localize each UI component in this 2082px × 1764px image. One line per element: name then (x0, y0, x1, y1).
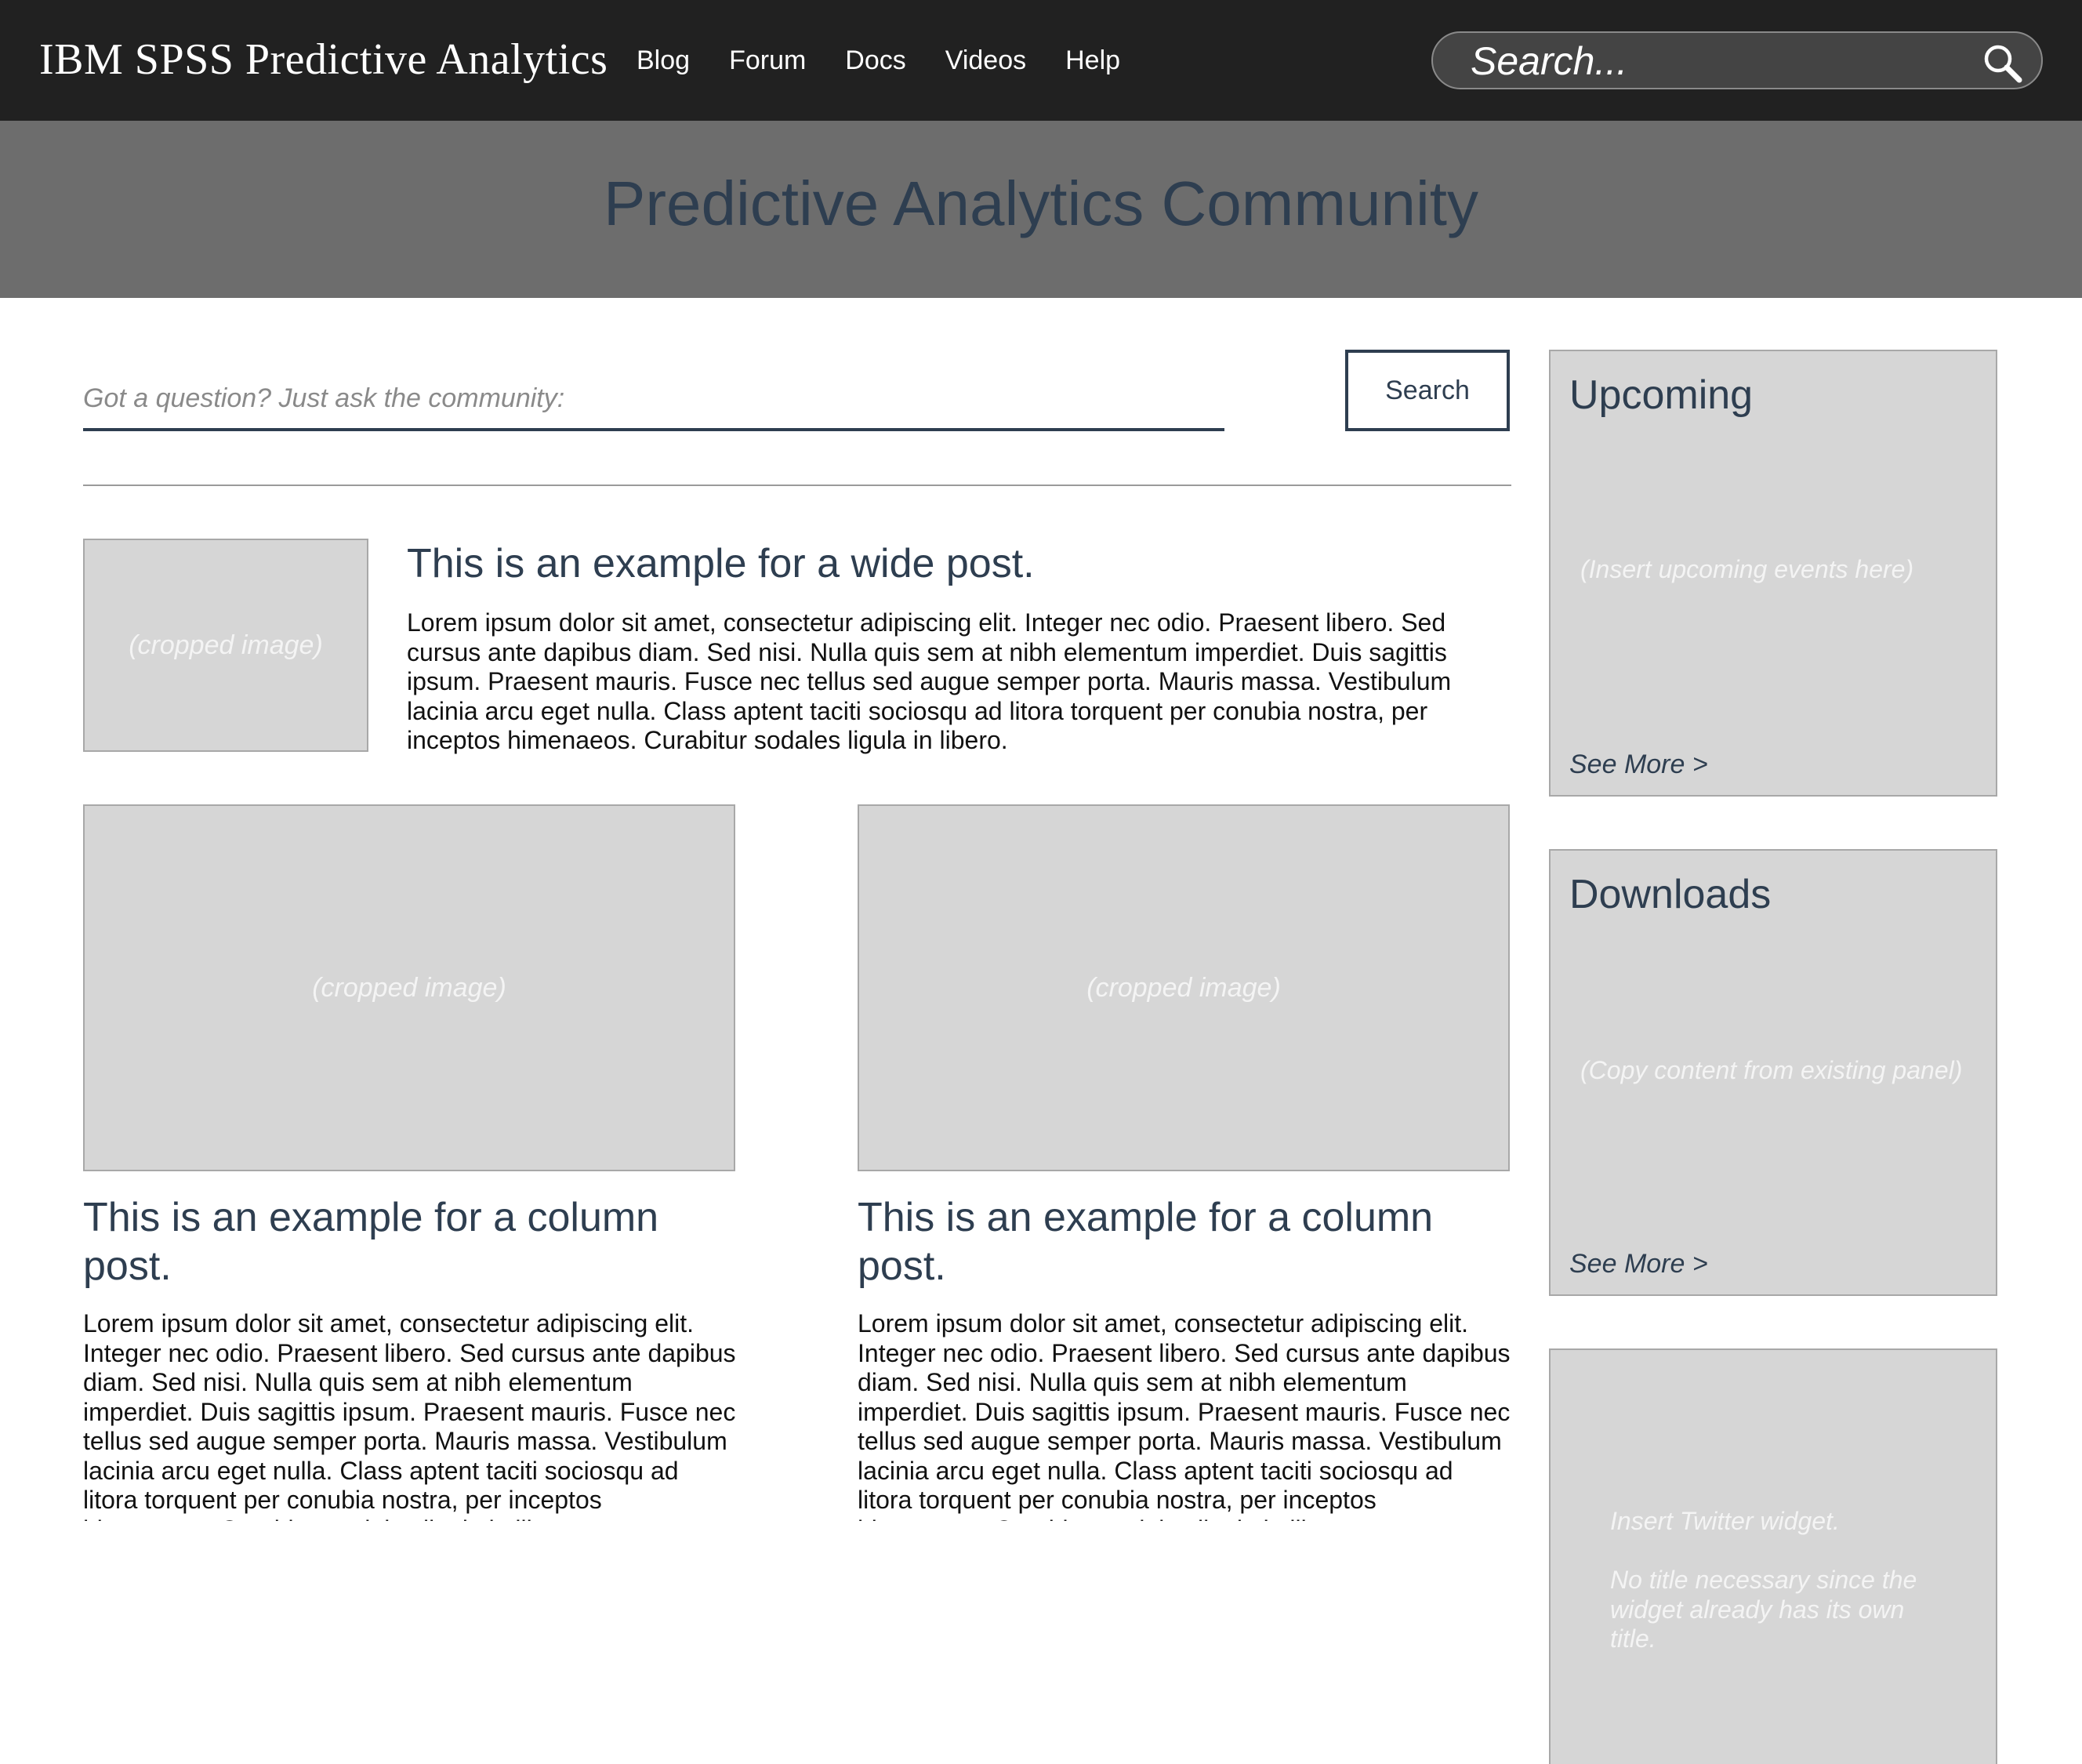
wide-post-title[interactable]: This is an example for a wide post. (407, 539, 1504, 588)
column-post-2-image[interactable]: (cropped image) (858, 804, 1510, 1171)
column-post-2-body: Lorem ipsum dolor sit amet, consectetur … (858, 1309, 1511, 1521)
column-post-1-body: Lorem ipsum dolor sit amet, consectetur … (83, 1309, 736, 1521)
downloads-panel-placeholder: (Copy content from existing panel) (1580, 1056, 1963, 1084)
column-post-1-title[interactable]: This is an example for a column post. (83, 1193, 726, 1290)
nav-item-help[interactable]: Help (1065, 45, 1120, 76)
image-placeholder-label: (cropped image) (312, 972, 506, 1003)
hero-banner: Predictive Analytics Community (0, 121, 2082, 298)
upcoming-panel: Upcoming (Insert upcoming events here) S… (1549, 350, 1997, 797)
twitter-widget-panel: Insert Twitter widget. No title necessar… (1549, 1348, 1997, 1764)
column-post-2-title[interactable]: This is an example for a column post. (858, 1193, 1500, 1290)
upcoming-panel-placeholder: (Insert upcoming events here) (1580, 555, 1914, 583)
site-search-input[interactable] (1469, 39, 1971, 83)
column-post-1-image[interactable]: (cropped image) (83, 804, 735, 1171)
downloads-panel: Downloads (Copy content from existing pa… (1549, 849, 1997, 1296)
ask-search-button[interactable]: Search (1345, 350, 1510, 431)
nav-item-videos[interactable]: Videos (945, 45, 1026, 76)
nav-item-blog[interactable]: Blog (637, 45, 690, 76)
twitter-placeholder-line-2: No title necessary since the widget alre… (1610, 1566, 1917, 1653)
twitter-widget-placeholder: Insert Twitter widget. No title necessar… (1610, 1507, 1955, 1654)
downloads-panel-title: Downloads (1569, 872, 1772, 917)
wide-post-image[interactable]: (cropped image) (83, 539, 368, 752)
page-title: Predictive Analytics Community (604, 169, 1478, 238)
search-icon[interactable] (1982, 42, 2024, 85)
downloads-see-more-link[interactable]: See More > (1569, 1249, 1708, 1279)
main-nav: Blog Forum Docs Videos Help (637, 45, 1159, 76)
twitter-placeholder-line-1: Insert Twitter widget. (1610, 1507, 1840, 1535)
upcoming-panel-title: Upcoming (1569, 372, 1754, 418)
site-search-box (1431, 31, 2043, 89)
brand-logo[interactable]: IBM SPSS Predictive Analytics (39, 34, 608, 85)
wide-post-body: Lorem ipsum dolor sit amet, consectetur … (407, 608, 1452, 754)
nav-item-docs[interactable]: Docs (845, 45, 905, 76)
ask-question-input[interactable] (83, 368, 1224, 431)
image-placeholder-label: (cropped image) (1086, 972, 1281, 1003)
nav-item-forum[interactable]: Forum (729, 45, 806, 76)
image-placeholder-label: (cropped image) (129, 630, 323, 660)
upcoming-see-more-link[interactable]: See More > (1569, 750, 1708, 780)
top-nav-bar: IBM SPSS Predictive Analytics Blog Forum… (0, 0, 2082, 121)
content-divider (83, 485, 1511, 486)
